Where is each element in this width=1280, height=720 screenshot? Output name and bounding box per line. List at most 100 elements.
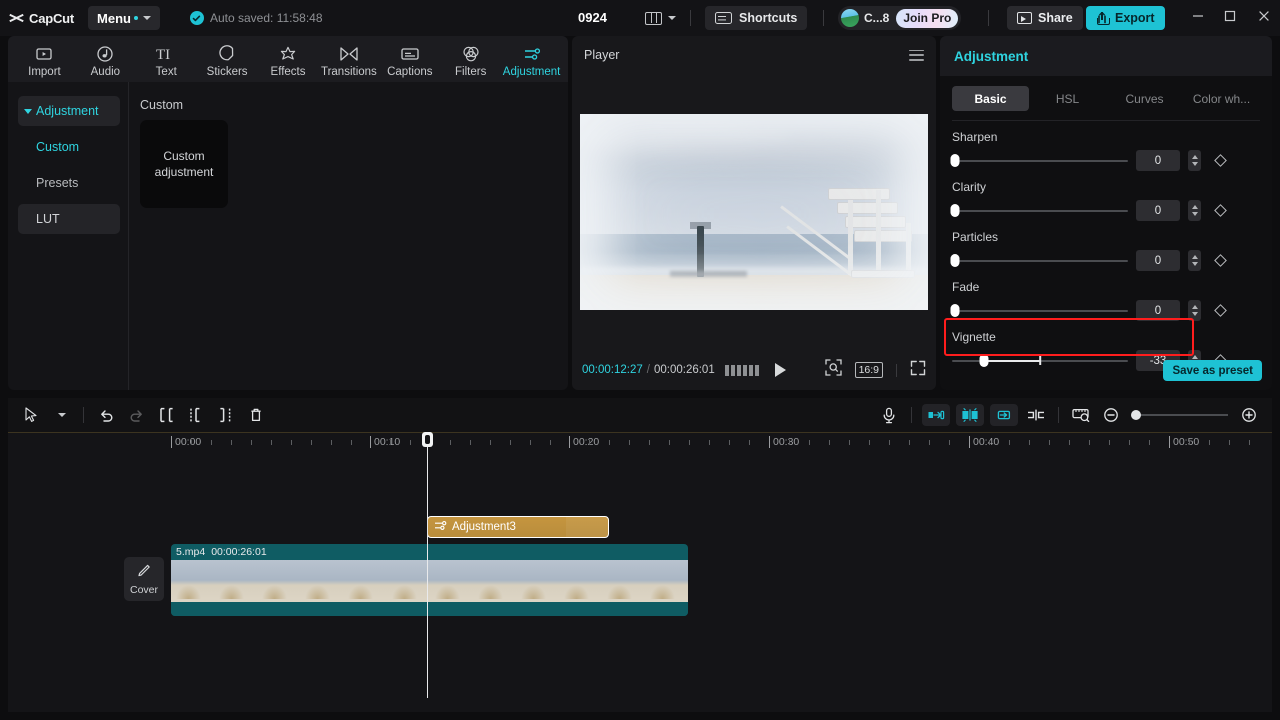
- slider-knob[interactable]: [950, 254, 960, 267]
- captions-icon: [400, 44, 420, 64]
- ruler-label: 00:00: [171, 436, 201, 448]
- cover-button[interactable]: Cover: [124, 557, 164, 601]
- toolbar-item-stickers[interactable]: Stickers: [197, 40, 258, 78]
- diamond-icon: [1213, 254, 1227, 267]
- toolbar-item-adjustment[interactable]: Adjustment: [501, 40, 562, 78]
- timeline-toolbar: [8, 398, 1272, 432]
- toolbar-item-text[interactable]: TI Text: [136, 40, 197, 78]
- sharpen-keyframe-button[interactable]: [1209, 154, 1231, 167]
- toolbar-item-transitions[interactable]: Transitions: [318, 40, 379, 78]
- timeline-preview-button[interactable]: [1066, 402, 1096, 428]
- sidebar-item-custom[interactable]: Custom: [18, 132, 120, 162]
- edit-pencil-icon: [137, 562, 152, 582]
- layout-switch-button[interactable]: [645, 8, 676, 28]
- split-button[interactable]: [151, 402, 181, 428]
- join-pro-button[interactable]: Join Pro: [896, 8, 959, 28]
- toolbar-item-audio[interactable]: Audio: [75, 40, 136, 78]
- stickers-icon: [218, 44, 236, 64]
- slider-knob[interactable]: [1131, 410, 1141, 420]
- fade-keyframe-button[interactable]: [1209, 304, 1231, 317]
- toolbar-item-filters[interactable]: Filters: [440, 40, 501, 78]
- shortcuts-button[interactable]: Shortcuts: [705, 6, 808, 30]
- redo-button[interactable]: [121, 402, 151, 428]
- sidebar-item-presets[interactable]: Presets: [18, 168, 120, 198]
- sidebar-item-adjustment[interactable]: Adjustment: [18, 96, 120, 126]
- playhead-handle[interactable]: [422, 432, 433, 447]
- tool-dropdown-button[interactable]: [46, 402, 76, 428]
- mirror-button[interactable]: [1021, 402, 1051, 428]
- delete-button[interactable]: [241, 402, 271, 428]
- slider-knob[interactable]: [950, 154, 960, 167]
- trim-right-button[interactable]: [211, 402, 241, 428]
- fade-stepper[interactable]: [1188, 300, 1201, 321]
- toolbar-item-import[interactable]: Import: [14, 40, 75, 78]
- account-chip[interactable]: C...8 Join Pro: [838, 6, 962, 30]
- sharpen-slider[interactable]: [950, 154, 1128, 167]
- timecode-separator: /: [646, 364, 650, 376]
- sharpen-stepper[interactable]: [1188, 150, 1201, 171]
- timeline-ruler[interactable]: 00:00 00:10 00:20 00:30 00:40 00:50: [8, 432, 1272, 454]
- fade-value-input[interactable]: 0: [1136, 300, 1180, 321]
- save-as-preset-button[interactable]: Save as preset: [1163, 360, 1262, 381]
- undo-button[interactable]: [91, 402, 121, 428]
- slider-knob[interactable]: [950, 304, 960, 317]
- tab-color-wheels[interactable]: Color wh...: [1183, 86, 1260, 111]
- tab-label: HSL: [1055, 91, 1080, 106]
- snap-right-button[interactable]: [990, 404, 1018, 426]
- particles-keyframe-button[interactable]: [1209, 254, 1231, 267]
- timeline-clip-adjustment3[interactable]: Adjustment3: [427, 516, 609, 538]
- toolbar-item-effects[interactable]: Effects: [258, 40, 319, 78]
- layout-grid-icon: [645, 11, 662, 25]
- sidebar-item-lut[interactable]: LUT: [18, 204, 120, 234]
- track-headers: [8, 454, 122, 712]
- vignette-slider[interactable]: [952, 354, 1128, 367]
- play-button[interactable]: [774, 363, 786, 377]
- minimize-button[interactable]: [1182, 0, 1214, 36]
- maximize-icon: [1224, 9, 1236, 27]
- share-button[interactable]: Share: [1007, 6, 1083, 30]
- export-button[interactable]: Export: [1086, 6, 1165, 30]
- clip-tail: [566, 517, 608, 537]
- timeline-clip-video[interactable]: 5.mp4 00:00:26:01: [171, 544, 688, 616]
- particles-value-input[interactable]: 0: [1136, 250, 1180, 271]
- slider-knob[interactable]: [979, 354, 989, 367]
- divider: [911, 407, 912, 423]
- triangle-down-icon: [24, 108, 32, 114]
- menu-button[interactable]: Menu: [88, 6, 160, 30]
- clarity-slider[interactable]: [950, 204, 1128, 217]
- tab-label: Color wh...: [1192, 91, 1251, 106]
- tab-basic[interactable]: Basic: [952, 86, 1029, 111]
- snap-left-button[interactable]: [922, 404, 950, 426]
- timeline-zoom-slider[interactable]: [1131, 409, 1228, 421]
- clip-duration: 00:00:26:01: [211, 546, 267, 558]
- custom-adjustment-card[interactable]: Custom adjustment: [140, 120, 228, 208]
- fullscreen-icon[interactable]: [910, 360, 926, 381]
- clarity-value-input[interactable]: 0: [1136, 200, 1180, 221]
- frames-icon[interactable]: [724, 364, 759, 376]
- toolbar-item-captions[interactable]: Captions: [379, 40, 440, 78]
- auto-snap-button[interactable]: [956, 404, 984, 426]
- close-button[interactable]: [1248, 0, 1280, 36]
- zoom-out-button[interactable]: [1096, 402, 1126, 428]
- slider-center-tick: [1039, 356, 1041, 365]
- slider-knob[interactable]: [950, 204, 960, 217]
- record-voiceover-button[interactable]: [874, 402, 904, 428]
- tab-curves[interactable]: Curves: [1106, 86, 1183, 111]
- clarity-stepper[interactable]: [1188, 200, 1201, 221]
- sharpen-value-input[interactable]: 0: [1136, 150, 1180, 171]
- chevron-down-icon: [58, 413, 66, 417]
- aspect-ratio-button[interactable]: 16:9: [854, 362, 883, 378]
- particles-slider[interactable]: [950, 254, 1128, 267]
- tab-hsl[interactable]: HSL: [1029, 86, 1106, 111]
- maximize-button[interactable]: [1214, 0, 1246, 36]
- select-tool-button[interactable]: [16, 402, 46, 428]
- fade-slider[interactable]: [950, 304, 1128, 317]
- clarity-keyframe-button[interactable]: [1209, 204, 1231, 217]
- player-menu-icon[interactable]: [909, 49, 924, 61]
- toolbar-label: Filters: [455, 66, 487, 78]
- zoom-in-button[interactable]: [1234, 402, 1264, 428]
- trim-left-button[interactable]: [181, 402, 211, 428]
- ruler-label: 00:30: [769, 436, 799, 448]
- zoom-to-fit-icon[interactable]: [824, 359, 842, 381]
- particles-stepper[interactable]: [1188, 250, 1201, 271]
